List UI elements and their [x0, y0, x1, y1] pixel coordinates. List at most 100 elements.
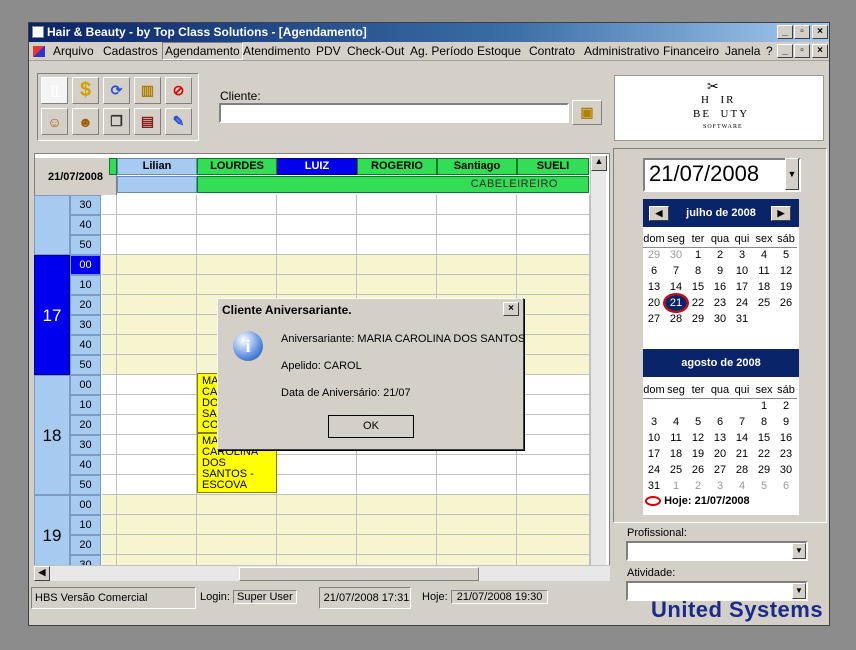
- time-slot[interactable]: [517, 395, 590, 415]
- calendar-day[interactable]: 25: [665, 462, 687, 478]
- time-slot[interactable]: [437, 235, 517, 255]
- menu-administrativo[interactable]: Administrativo: [584, 42, 659, 61]
- paste-icon[interactable]: ▤: [134, 108, 161, 135]
- time-slot[interactable]: [517, 495, 590, 515]
- profissional-select[interactable]: ▼: [626, 541, 808, 561]
- time-slot[interactable]: [517, 255, 590, 275]
- calendar-day[interactable]: 5: [753, 478, 775, 494]
- time-slot[interactable]: [117, 195, 197, 215]
- time-slot[interactable]: [437, 515, 517, 535]
- menu-agendamento[interactable]: Agendamento: [162, 42, 243, 60]
- time-slot[interactable]: [517, 475, 590, 495]
- time-slot[interactable]: [357, 535, 437, 555]
- menu-estoque[interactable]: Estoque: [477, 42, 521, 61]
- cliente-input[interactable]: [219, 103, 569, 123]
- calendar-day[interactable]: 25: [753, 295, 775, 311]
- time-slot[interactable]: [517, 375, 590, 395]
- calendar-day[interactable]: 7: [665, 263, 687, 279]
- edit-pencil-icon[interactable]: ✎: [165, 108, 192, 135]
- horizontal-scrollbar[interactable]: ◀: [34, 565, 610, 581]
- time-slot[interactable]: [357, 235, 437, 255]
- time-slot[interactable]: [117, 415, 197, 435]
- time-slot[interactable]: [277, 275, 357, 295]
- calendar-day[interactable]: 27: [643, 311, 665, 327]
- time-slot[interactable]: [117, 535, 197, 555]
- calendar-day[interactable]: 3: [709, 478, 731, 494]
- time-slot[interactable]: [197, 195, 277, 215]
- date-dropdown-icon[interactable]: ▼: [785, 158, 799, 190]
- menu-cadastros[interactable]: Cadastros: [103, 42, 158, 61]
- time-slot[interactable]: [357, 455, 437, 475]
- calendar-day[interactable]: 23: [709, 295, 731, 311]
- time-slot[interactable]: [197, 495, 277, 515]
- calendar-day[interactable]: 29: [753, 462, 775, 478]
- time-slot[interactable]: [517, 355, 590, 375]
- copy-icon[interactable]: ❐: [103, 108, 130, 135]
- time-slot[interactable]: [357, 495, 437, 515]
- menu-ag-periodo[interactable]: Ag. Período: [410, 42, 473, 61]
- time-slot[interactable]: [437, 195, 517, 215]
- calendar-day[interactable]: 24: [643, 462, 665, 478]
- calendar-day[interactable]: 21: [663, 293, 689, 313]
- calendar-day[interactable]: 13: [643, 279, 665, 295]
- menu-checkout[interactable]: Check-Out: [347, 42, 404, 61]
- time-slot[interactable]: [277, 535, 357, 555]
- time-slot[interactable]: [117, 235, 197, 255]
- vertical-scrollbar[interactable]: ▲: [590, 155, 607, 565]
- time-slot[interactable]: [357, 215, 437, 235]
- time-slot[interactable]: [197, 515, 277, 535]
- prev-month-icon[interactable]: ◀: [649, 206, 669, 221]
- minimize-button[interactable]: _: [777, 25, 793, 39]
- time-slot[interactable]: [517, 235, 590, 255]
- calendar-day[interactable]: 22: [687, 295, 709, 311]
- time-slot[interactable]: [277, 495, 357, 515]
- time-slot[interactable]: [117, 435, 197, 455]
- calendar-day[interactable]: 28: [665, 311, 687, 327]
- calendar-day[interactable]: 6: [709, 414, 731, 430]
- time-slot[interactable]: [357, 515, 437, 535]
- time-slot[interactable]: [277, 235, 357, 255]
- calendar-day[interactable]: 4: [753, 247, 775, 263]
- time-slot[interactable]: [197, 215, 277, 235]
- menu-help[interactable]: ?: [766, 42, 773, 61]
- time-slot[interactable]: [517, 335, 590, 355]
- mdi-close-button[interactable]: ×: [812, 44, 828, 58]
- time-slot[interactable]: [517, 455, 590, 475]
- time-slot[interactable]: [357, 255, 437, 275]
- calendar-day[interactable]: 1: [687, 247, 709, 263]
- calendar-day[interactable]: 17: [643, 446, 665, 462]
- time-slot[interactable]: [517, 195, 590, 215]
- time-slot[interactable]: [437, 455, 517, 475]
- calendar-day[interactable]: 5: [687, 414, 709, 430]
- calendar-day[interactable]: 8: [687, 263, 709, 279]
- time-slot[interactable]: [437, 535, 517, 555]
- profissional-dropdown-icon[interactable]: ▼: [792, 543, 806, 559]
- calendar-day[interactable]: 21: [731, 446, 753, 462]
- time-slot[interactable]: [277, 195, 357, 215]
- prof-luiz[interactable]: LUIZ: [277, 158, 357, 175]
- time-slot[interactable]: [517, 415, 590, 435]
- time-slot[interactable]: [117, 515, 197, 535]
- ok-button[interactable]: OK: [328, 415, 414, 438]
- time-slot[interactable]: [117, 455, 197, 475]
- calendar-day[interactable]: 23: [775, 446, 797, 462]
- time-slot[interactable]: [197, 535, 277, 555]
- time-slot[interactable]: [117, 395, 197, 415]
- calendar-day[interactable]: 15: [753, 430, 775, 446]
- people-icon[interactable]: ☺: [41, 108, 68, 135]
- calendar-day[interactable]: 2: [709, 247, 731, 263]
- calendar-day[interactable]: 18: [753, 279, 775, 295]
- prof-lilian[interactable]: Lilian: [117, 158, 197, 175]
- time-slot[interactable]: [277, 255, 357, 275]
- calendar-day[interactable]: 5: [775, 247, 797, 263]
- calendar-day[interactable]: 8: [753, 414, 775, 430]
- calendar-day[interactable]: 16: [775, 430, 797, 446]
- calendar-day[interactable]: 26: [687, 462, 709, 478]
- calendar-day[interactable]: 19: [775, 279, 797, 295]
- menu-janela[interactable]: Janela: [725, 42, 760, 61]
- time-slot[interactable]: [277, 515, 357, 535]
- calendar-day[interactable]: 6: [775, 478, 797, 494]
- calendar-day[interactable]: 18: [665, 446, 687, 462]
- prof-lourdes[interactable]: LOURDES: [197, 158, 277, 175]
- time-slot[interactable]: [437, 215, 517, 235]
